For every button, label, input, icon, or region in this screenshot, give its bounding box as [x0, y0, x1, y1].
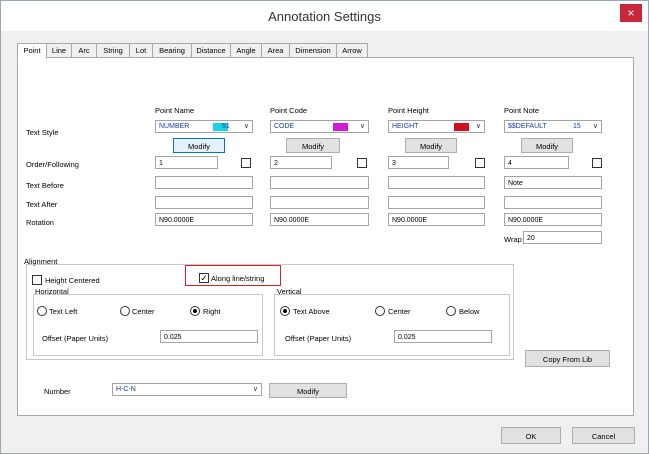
point-code-following-checkbox[interactable] [357, 158, 367, 168]
point-note-style-select[interactable]: $$DEFAULT 15 ∨ [504, 120, 602, 133]
height-centered-label: Height Centered [45, 276, 100, 285]
chevron-down-icon: ∨ [475, 123, 481, 130]
point-height-modify-button[interactable]: Modify [405, 138, 457, 153]
point-code-modify-button[interactable]: Modify [286, 138, 340, 153]
point-note-text-before-input[interactable]: Note [504, 176, 602, 189]
point-name-text-before-input[interactable] [155, 176, 253, 189]
number-select-value: H-C-N [116, 386, 136, 393]
tab-angle[interactable]: Angle [230, 43, 262, 58]
point-code-color-swatch [333, 123, 348, 131]
chevron-down-icon: ∨ [252, 386, 258, 393]
close-icon[interactable]: × [620, 4, 642, 22]
point-height-order-input[interactable]: 3 [388, 156, 449, 169]
point-code-rotation-input[interactable]: N90.0000E [270, 213, 369, 226]
v-center-label: Center [388, 307, 411, 316]
wrap-label: Wrap [504, 235, 522, 244]
point-code-style-value: CODE [274, 123, 295, 130]
point-note-order-input[interactable]: 4 [504, 156, 569, 169]
tab-bearing[interactable]: Bearing [152, 43, 192, 58]
v-offset-label: Offset (Paper Units) [285, 334, 352, 343]
order-following-label: Order/Following [26, 160, 79, 169]
text-after-label: Text After [26, 200, 58, 209]
point-name-header: Point Name [155, 106, 195, 115]
ok-button[interactable]: OK [501, 427, 561, 444]
point-code-text-before-input[interactable] [270, 176, 369, 189]
point-code-text-after-input[interactable] [270, 196, 369, 209]
point-height-header: Point Height [388, 106, 429, 115]
annotation-settings-dialog: Annotation Settings × Point Line Arc Str… [0, 0, 649, 454]
point-name-text-after-input[interactable] [155, 196, 253, 209]
point-note-style-value: $$DEFAULT [508, 123, 547, 130]
h-offset-label: Offset (Paper Units) [42, 334, 109, 343]
chevron-down-icon: ∨ [359, 123, 365, 130]
tab-lot[interactable]: Lot [129, 43, 153, 58]
point-height-text-after-input[interactable] [388, 196, 485, 209]
v-offset-input[interactable]: 0.025 [394, 330, 492, 343]
point-note-header: Point Note [504, 106, 540, 115]
v-center-radio[interactable] [375, 306, 385, 316]
point-name-following-checkbox[interactable] [241, 158, 251, 168]
h-center-label: Center [132, 307, 155, 316]
chevron-down-icon: ∨ [243, 123, 249, 130]
number-select[interactable]: H-C-N ∨ [112, 383, 262, 396]
point-height-text-before-input[interactable] [388, 176, 485, 189]
tab-distance[interactable]: Distance [191, 43, 231, 58]
tab-arc[interactable]: Arc [71, 43, 97, 58]
text-left-label: Text Left [49, 307, 78, 316]
vertical-group [274, 294, 510, 356]
tab-dimension[interactable]: Dimension [289, 43, 337, 58]
tab-point[interactable]: Point [17, 43, 47, 59]
h-offset-input[interactable]: 0.025 [160, 330, 258, 343]
point-note-modify-button[interactable]: Modify [521, 138, 573, 153]
number-label: Number [44, 387, 71, 396]
point-note-text-after-input[interactable] [504, 196, 602, 209]
point-note-rotation-input[interactable]: N90.0000E [504, 213, 602, 226]
title-bar: Annotation Settings × [1, 1, 648, 31]
point-height-rotation-input[interactable]: N90.0000E [388, 213, 485, 226]
point-code-order-input[interactable]: 2 [270, 156, 332, 169]
point-name-style-select[interactable]: NUMBER 51 ∨ [155, 120, 253, 133]
horizontal-group [33, 294, 263, 356]
point-height-color-swatch [454, 123, 469, 131]
point-code-header: Point Code [270, 106, 308, 115]
chevron-down-icon: ∨ [592, 123, 598, 130]
window-title: Annotation Settings [268, 9, 381, 24]
point-height-style-value: HEIGHT [392, 123, 419, 130]
text-before-label: Text Before [26, 181, 64, 190]
along-line-checkbox[interactable]: ✓ [199, 273, 209, 283]
tab-line[interactable]: Line [46, 43, 72, 58]
point-note-following-checkbox[interactable] [592, 158, 602, 168]
along-line-label: Along line/string [211, 274, 265, 283]
right-radio[interactable] [190, 306, 200, 316]
point-name-style-value: NUMBER [159, 123, 190, 130]
below-radio[interactable] [446, 306, 456, 316]
cancel-button[interactable]: Cancel [572, 427, 635, 444]
tab-area[interactable]: Area [261, 43, 290, 58]
height-centered-checkbox[interactable] [32, 275, 42, 285]
tab-string[interactable]: String [96, 43, 130, 58]
text-style-label: Text Style [26, 128, 59, 137]
point-name-style-number: 51 [222, 123, 230, 130]
point-note-style-number: 15 [573, 123, 581, 130]
rotation-label: Rotation [26, 218, 54, 227]
tab-panel-point: Text Style Order/Following Text Before T… [17, 57, 634, 416]
copy-from-lib-button[interactable]: Copy From Lib [525, 350, 610, 367]
text-above-label: Text Above [293, 307, 330, 316]
point-height-style-select[interactable]: HEIGHT ∨ [388, 120, 485, 133]
text-above-radio[interactable] [280, 306, 290, 316]
point-name-rotation-input[interactable]: N90.0000E [155, 213, 253, 226]
number-modify-button[interactable]: Modify [269, 383, 347, 398]
below-label: Below [459, 307, 480, 316]
wrap-input[interactable]: 20 [523, 231, 602, 244]
h-center-radio[interactable] [120, 306, 130, 316]
point-name-modify-button[interactable]: Modify [173, 138, 225, 153]
right-label: Right [203, 307, 221, 316]
point-code-style-select[interactable]: CODE ∨ [270, 120, 369, 133]
point-height-following-checkbox[interactable] [475, 158, 485, 168]
text-left-radio[interactable] [37, 306, 47, 316]
point-name-order-input[interactable]: 1 [155, 156, 218, 169]
tab-arrow[interactable]: Arrow [336, 43, 368, 58]
